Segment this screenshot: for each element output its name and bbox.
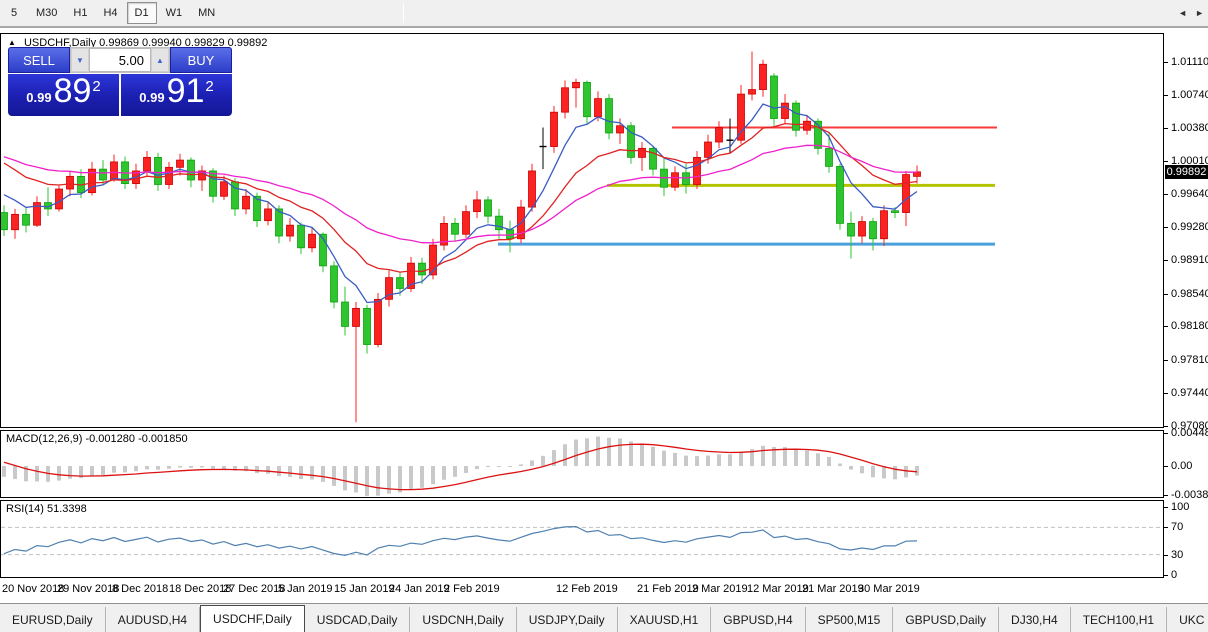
chart-tab-usdcnh-daily[interactable]: USDCNH,Daily (410, 607, 517, 632)
macd-axis-label: -0.003883 (1171, 488, 1208, 501)
chart-tab-sp500-m15[interactable]: SP500,M15 (806, 607, 894, 632)
price-tick-label: 0.98910 (1171, 254, 1208, 267)
price-tick-label: 1.01110 (1171, 55, 1208, 68)
chart-tab-audusd-h4[interactable]: AUDUSD,H4 (106, 607, 201, 632)
axis-tick (1164, 554, 1168, 556)
date-tick-label: 12 Feb 2019 (556, 583, 618, 595)
sell-price-prefix: 0.99 (26, 90, 52, 105)
macd-axis-label: 0.00 (1171, 460, 1193, 472)
date-tick-label: 30 Mar 2019 (858, 583, 920, 595)
axis-tick (1164, 494, 1168, 496)
price-tick-label: 0.97810 (1171, 353, 1208, 366)
axis-tick (1164, 61, 1168, 63)
price-tick-label: 1.00740 (1171, 89, 1208, 101)
tab-scroll-right-icon[interactable]: ► (1195, 8, 1204, 18)
timeframe-button-w1[interactable]: W1 (159, 2, 190, 24)
rsi-label: RSI(14) 51.3398 (6, 503, 87, 515)
axis-tick (1164, 575, 1168, 576)
rsi-axis-label: 0 (1171, 569, 1178, 581)
axis-tick (1164, 95, 1168, 96)
axis-tick (1164, 161, 1168, 162)
date-tick-label: 27 Dec 2018 (223, 583, 286, 595)
chart-tab-ukc[interactable]: UKC (1167, 607, 1208, 632)
timeframe-button-d1[interactable]: D1 (126, 2, 157, 24)
price-tick-label: 0.99280 (1171, 220, 1208, 233)
buy-quote-button[interactable]: 0.99 91 2 (121, 74, 232, 116)
sell-button[interactable]: SELL (8, 47, 70, 73)
price-tick-label: 0.99640 (1171, 188, 1208, 201)
chart-tab-usdcad-daily[interactable]: USDCAD,Daily (305, 607, 411, 632)
date-tick-label: 2 Mar 2019 (692, 583, 748, 595)
volume-increase-icon[interactable]: ▲ (151, 48, 169, 72)
chart-tab-gbpusd-h4[interactable]: GBPUSD,H4 (711, 607, 806, 632)
volume-decrease-icon[interactable]: ▼ (71, 48, 89, 72)
price-tick-label: 0.98540 (1171, 287, 1208, 300)
chart-tab-usdjpy-daily[interactable]: USDJPY,Daily (517, 607, 618, 632)
date-tick-label: 15 Jan 2019 (334, 583, 395, 595)
date-tick-label: 12 Mar 2019 (747, 583, 809, 595)
price-tick-label: 0.98180 (1171, 320, 1208, 333)
volume-stepper: ▼ ▲ (70, 47, 170, 73)
date-tick-label: 8 Dec 2018 (112, 583, 169, 595)
buy-price-pips: 91 (166, 72, 205, 110)
axis-tick (1164, 226, 1168, 228)
chart-tab-eurusd-daily[interactable]: EURUSD,Daily (0, 607, 106, 632)
axis-tick (1164, 127, 1168, 129)
tab-scroll-controls: ◄ ► (1172, 8, 1204, 18)
axis-tick (1164, 433, 1168, 434)
rsi-axis-label: 30 (1171, 548, 1184, 561)
tab-scroll-left-icon[interactable]: ◄ (1178, 8, 1187, 18)
date-tick-label: 24 Jan 2019 (389, 583, 450, 595)
chart-tab-tech100-h1[interactable]: TECH100,H1 (1071, 607, 1168, 632)
axis-tick (1164, 326, 1168, 328)
date-tick-label: 29 Nov 2018 (57, 583, 120, 595)
axis-tick (1164, 260, 1168, 262)
date-tick-label: 20 Nov 2018 (2, 583, 65, 595)
axis-tick (1164, 507, 1168, 508)
timeframe-button-h4[interactable]: H4 (96, 2, 124, 24)
chart-tab-gbpusd-daily[interactable]: GBPUSD,Daily (893, 607, 1000, 632)
axis-tick (1164, 466, 1168, 467)
timeframe-button-mn[interactable]: MN (191, 2, 222, 24)
sell-price-point: 2 (92, 78, 101, 95)
symbol-tab-bar: EURUSD,Daily AUDUSD,H4 USDCHF,Daily USDCAD,… (0, 603, 1208, 632)
date-tick-label: 2 Feb 2019 (444, 583, 500, 595)
one-click-trade-panel: SELL ▼ ▲ BUY 0.99 89 2 0.99 91 2 (8, 47, 232, 116)
date-tick-label: 21 Feb 2019 (637, 583, 699, 595)
date-tick-label: 5 Jan 2019 (278, 583, 333, 595)
macd-axis-label: 0.004487 (1171, 427, 1208, 439)
timeframe-button-m30[interactable]: M30 (29, 2, 64, 24)
chart-tab-dj30-h4[interactable]: DJ30,H4 (999, 607, 1071, 632)
rsi-pane[interactable] (0, 500, 1164, 578)
price-tick-label: 0.97440 (1171, 387, 1208, 400)
mt4-window: 5 M30 H1 H4 D1 W1 MN ▲ USDCHF,Daily 0.99869 0.… (0, 0, 1208, 632)
chart-tab-xauusd-h1[interactable]: XAUUSD,H1 (618, 607, 712, 632)
rsi-axis-label: 100 (1171, 501, 1190, 513)
timeframe-toolbar: 5 M30 H1 H4 D1 W1 MN (0, 0, 1208, 28)
toolbar-separator (403, 3, 405, 23)
chart-tab-usdchf-daily[interactable]: USDCHF,Daily (200, 605, 305, 632)
volume-input[interactable] (89, 48, 151, 72)
buy-price-prefix: 0.99 (139, 90, 165, 105)
axis-tick (1164, 393, 1168, 395)
buy-button[interactable]: BUY (170, 47, 232, 73)
timeframe-button-h1[interactable]: H1 (66, 2, 94, 24)
axis-tick (1164, 527, 1168, 529)
collapse-panel-icon[interactable]: ▲ (8, 38, 16, 47)
rsi-axis-label: 70 (1171, 521, 1184, 534)
date-tick-label: 21 Mar 2019 (802, 583, 864, 595)
timeframe-button-5[interactable]: 5 (1, 2, 27, 24)
axis-tick (1164, 359, 1168, 361)
date-axis[interactable]: 20 Nov 2018 29 Nov 2018 8 Dec 2018 18 Dec 2… (0, 579, 1164, 603)
axis-tick (1164, 194, 1168, 196)
macd-label: MACD(12,26,9) -0.001280 -0.001850 (6, 433, 188, 445)
price-axis[interactable]: 1.01110 1.00740 1.00380 1.00010 0.99640 0.992… (1164, 28, 1208, 603)
axis-tick (1164, 425, 1168, 427)
current-price-badge: 0.99892 (1165, 164, 1208, 179)
sell-price-pips: 89 (53, 72, 92, 110)
buy-price-point: 2 (205, 78, 214, 95)
sell-quote-button[interactable]: 0.99 89 2 (8, 74, 119, 116)
axis-tick (1164, 293, 1168, 295)
price-tick-label: 1.00380 (1171, 121, 1208, 134)
